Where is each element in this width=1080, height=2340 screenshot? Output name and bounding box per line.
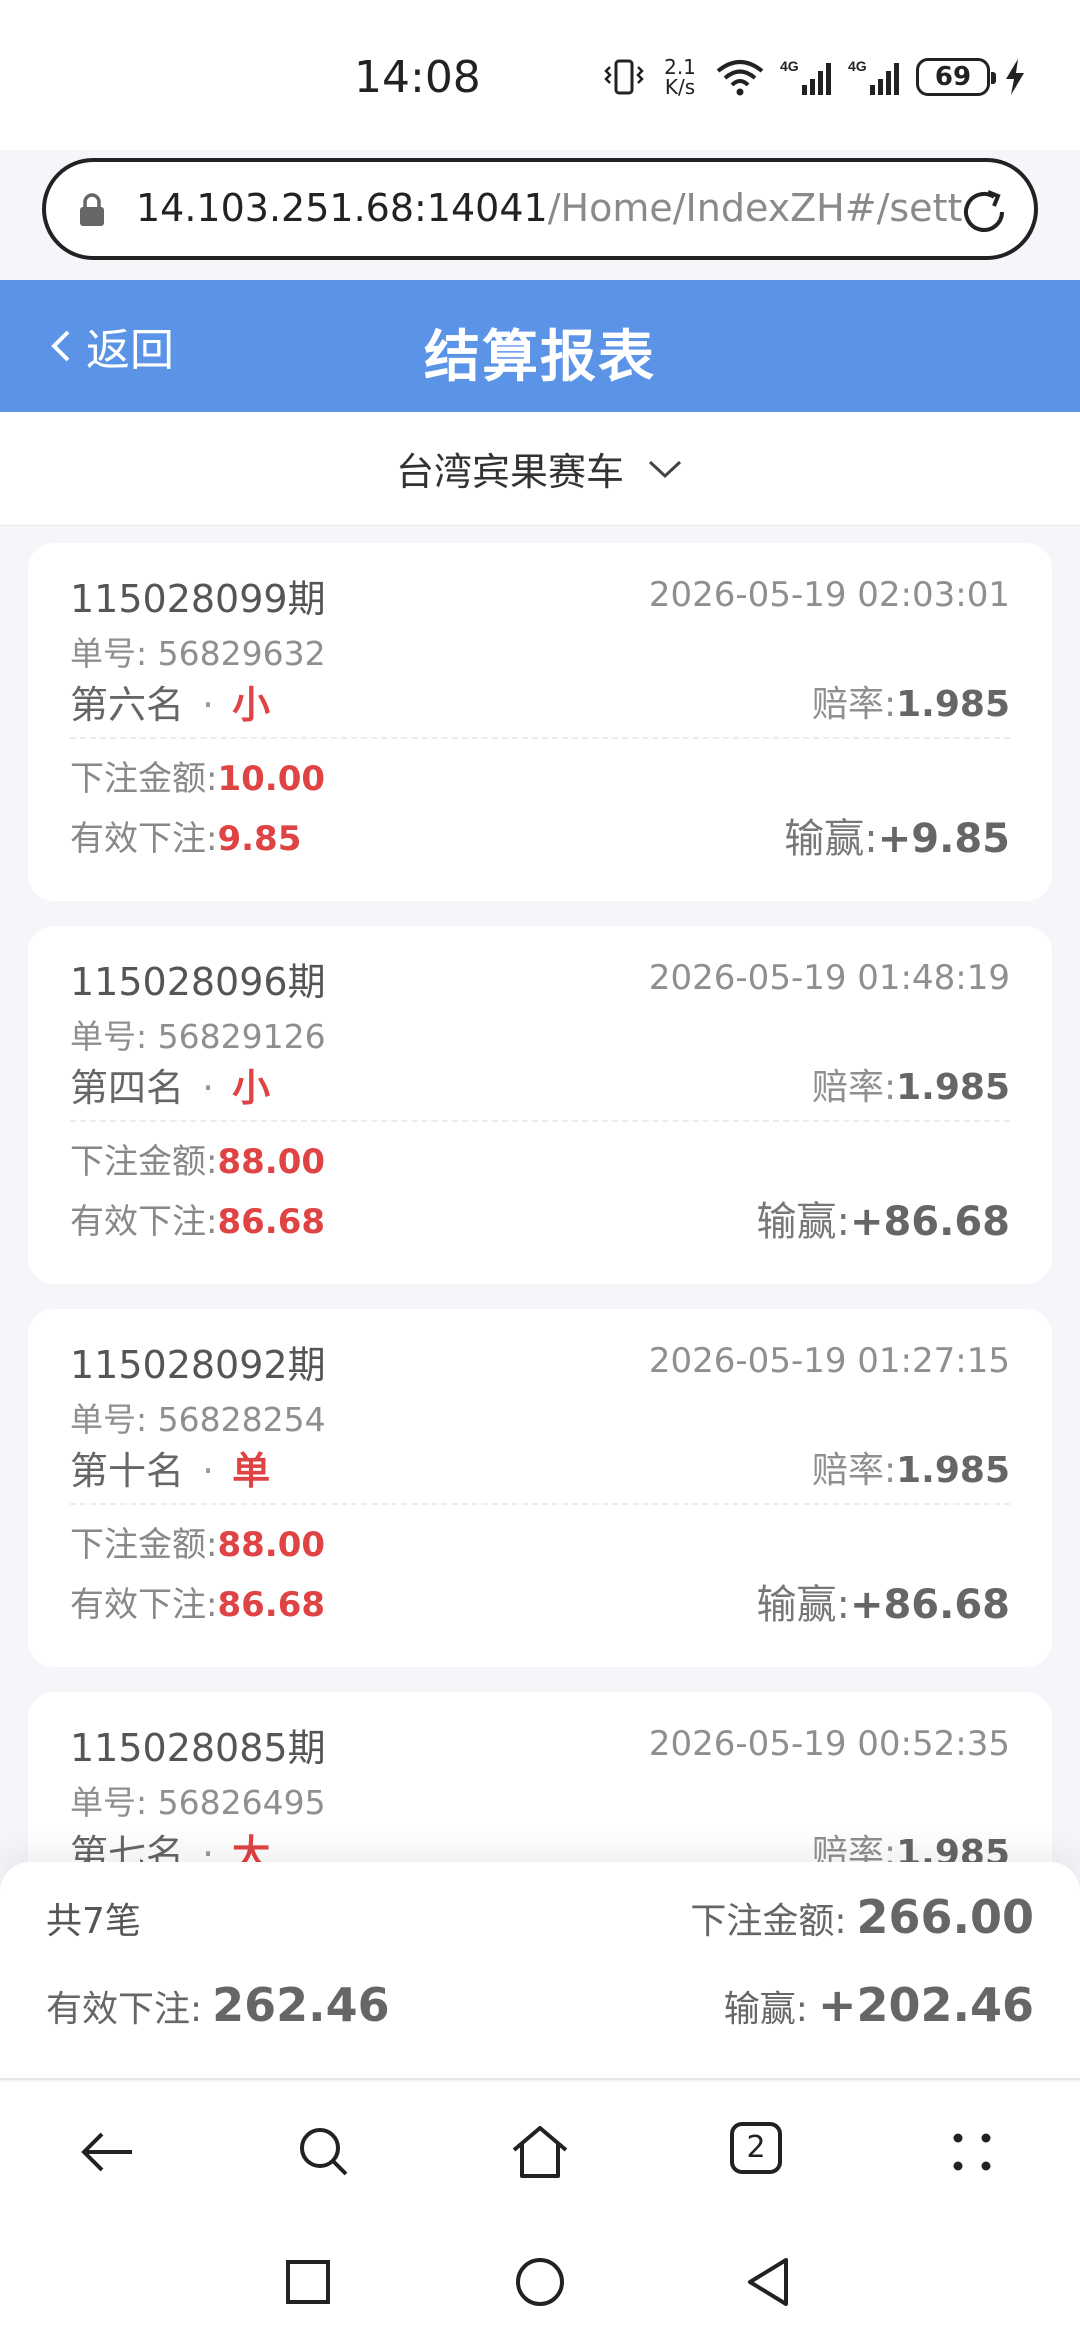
game-select-value: 台湾宾果赛车 bbox=[395, 450, 624, 494]
summary-effective-bet: 有效下注: 262.46 bbox=[46, 1978, 390, 2032]
summary-win-loss: 输赢: +202.46 bbox=[723, 1978, 1034, 2032]
record-bet-type: 第十名 · 单 赔率:1.985 bbox=[70, 1439, 1010, 1495]
search-icon[interactable] bbox=[292, 2120, 356, 2184]
svg-text:4G: 4G bbox=[780, 58, 799, 74]
recent-apps-icon[interactable] bbox=[280, 2254, 336, 2310]
record-position: 第四名 bbox=[70, 1065, 185, 1110]
system-nav-bar bbox=[0, 2222, 1080, 2340]
record-card[interactable]: 115028096期 2026-05-19 01:48:19 单号: 568291… bbox=[28, 926, 1052, 1284]
record-bet-amount: 下注金额:88.00 bbox=[70, 1525, 326, 1565]
charging-icon bbox=[1006, 59, 1024, 95]
battery-icon: 69 bbox=[916, 58, 996, 96]
record-time: 2026-05-19 01:27:15 bbox=[648, 1341, 1010, 1381]
back-arrow-icon[interactable] bbox=[76, 2120, 140, 2184]
record-order-no: 单号: 56829126 bbox=[70, 1017, 326, 1056]
reload-icon[interactable] bbox=[958, 186, 1010, 238]
chevron-down-icon bbox=[648, 460, 682, 478]
record-win-loss: 输赢:+86.68 bbox=[756, 1199, 1010, 1245]
record-win-loss: 输赢:+86.68 bbox=[756, 1582, 1010, 1628]
status-bar: 14:08 2.1 K/s 4G 4G 69 bbox=[0, 0, 1080, 150]
summary-panel: 共7笔 下注金额: 266.00 有效下注: 262.46 输赢: +202.46 bbox=[0, 1862, 1080, 2080]
record-effective-bet: 有效下注:86.68 bbox=[70, 1201, 326, 1242]
record-pick: 小 bbox=[232, 1065, 271, 1110]
menu-icon[interactable] bbox=[940, 2120, 1004, 2184]
record-bet-type: 第六名 · 小 赔率:1.985 bbox=[70, 673, 1010, 729]
back-triangle-icon[interactable] bbox=[742, 2254, 798, 2310]
record-time: 2026-05-19 01:48:19 bbox=[648, 958, 1010, 998]
record-position: 第十名 bbox=[70, 1448, 185, 1493]
signal-4g-icon: 4G bbox=[780, 58, 831, 95]
record-period: 115028096期 bbox=[70, 959, 326, 1004]
url-text[interactable]: 14.103.251.68:14041/Home/IndexZH#/sett bbox=[136, 186, 966, 230]
record-effective-bet: 有效下注:86.68 bbox=[70, 1584, 326, 1625]
wifi-icon bbox=[716, 60, 764, 96]
tabs-button[interactable]: 2 bbox=[730, 2122, 782, 2174]
record-odds: 赔率:1.985 bbox=[811, 1450, 1010, 1491]
signal-4g-icon-2: 4G bbox=[848, 58, 899, 95]
vibrate-icon bbox=[604, 59, 644, 95]
record-odds: 赔率:1.985 bbox=[811, 684, 1010, 725]
page-title: 结算报表 bbox=[424, 325, 656, 390]
screen: 14:08 2.1 K/s 4G 4G 69 14.103.251.68:140… bbox=[0, 0, 1080, 2340]
record-position: 第六名 bbox=[70, 682, 185, 727]
record-card[interactable]: 115028099期 2026-05-19 02:03:01 单号: 568296… bbox=[28, 543, 1052, 901]
home-icon[interactable] bbox=[508, 2120, 572, 2184]
lock-icon bbox=[80, 193, 104, 226]
record-card[interactable]: 115028092期 2026-05-19 01:27:15 单号: 568282… bbox=[28, 1309, 1052, 1667]
summary-count: 共7笔 bbox=[46, 1901, 141, 1942]
record-order-no: 单号: 56826495 bbox=[70, 1783, 326, 1822]
game-select-dropdown[interactable]: 台湾宾果赛车 bbox=[0, 412, 1080, 526]
record-bet-amount: 下注金额:10.00 bbox=[70, 759, 326, 799]
record-period: 115028099期 bbox=[70, 576, 326, 621]
record-order-no: 单号: 56829632 bbox=[70, 634, 326, 673]
divider bbox=[70, 1503, 1010, 1505]
record-pick: 小 bbox=[232, 682, 271, 727]
svg-text:4G: 4G bbox=[848, 58, 867, 74]
record-period: 115028085期 bbox=[70, 1725, 326, 1770]
record-bet-type: 第四名 · 小 赔率:1.985 bbox=[70, 1056, 1010, 1112]
status-time: 14:08 bbox=[354, 52, 481, 103]
browser-nav-bar: 2 bbox=[0, 2082, 1080, 2222]
record-time: 2026-05-19 00:52:35 bbox=[648, 1724, 1010, 1764]
record-odds: 赔率:1.985 bbox=[811, 1067, 1010, 1108]
net-speed: 2.1 K/s bbox=[664, 55, 696, 99]
url-bar[interactable]: 14.103.251.68:14041/Home/IndexZH#/sett bbox=[42, 158, 1038, 260]
divider bbox=[70, 737, 1010, 739]
record-period: 115028092期 bbox=[70, 1342, 326, 1387]
record-win-loss: 输赢:+9.85 bbox=[784, 816, 1010, 862]
record-order-no: 单号: 56828254 bbox=[70, 1400, 326, 1439]
record-bet-amount: 下注金额:88.00 bbox=[70, 1142, 326, 1182]
record-time: 2026-05-19 02:03:01 bbox=[648, 575, 1010, 615]
status-icons: 2.1 K/s 4G 4G 69 bbox=[602, 55, 1026, 99]
app-header: 返回 结算报表 bbox=[0, 280, 1080, 412]
divider bbox=[70, 1120, 1010, 1122]
home-circle-icon[interactable] bbox=[512, 2254, 568, 2310]
settlement-list[interactable]: 115028099期 2026-05-19 02:03:01 单号: 568296… bbox=[28, 543, 1052, 2075]
record-effective-bet: 有效下注:9.85 bbox=[70, 818, 302, 859]
summary-bet-amount: 下注金额: 266.00 bbox=[690, 1890, 1034, 1944]
record-pick: 单 bbox=[232, 1448, 271, 1493]
